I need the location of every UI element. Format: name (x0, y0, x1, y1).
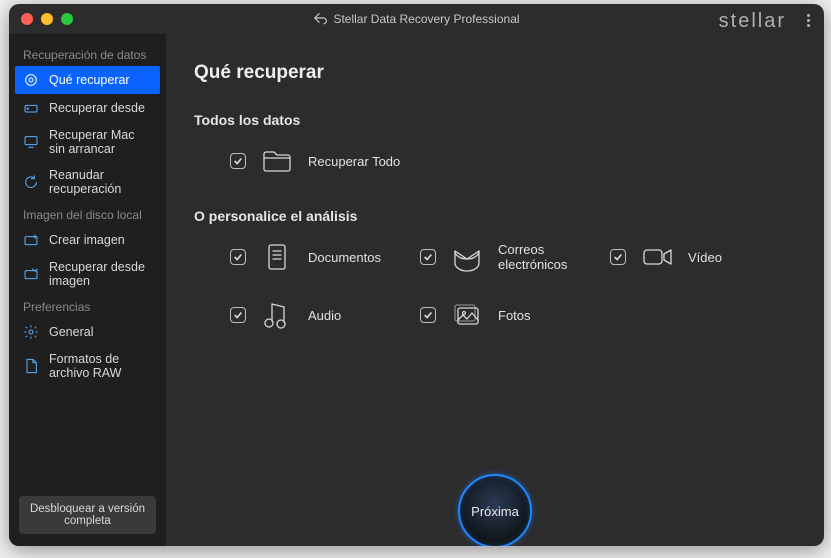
doc-icon (23, 358, 39, 374)
sidebar-item-label: Recuperar desde imagen (49, 260, 152, 288)
app-window: Stellar Data Recovery Professional stell… (9, 4, 824, 546)
app-title: Stellar Data Recovery Professional (333, 12, 519, 26)
sidebar-group-title: Imagen del disco local (9, 202, 166, 226)
titlebar: Stellar Data Recovery Professional stell… (9, 4, 824, 34)
option-fotos[interactable]: Fotos (420, 298, 610, 332)
sidebar-item-crear-imagen[interactable]: Crear imagen (9, 226, 166, 254)
checkbox-icon[interactable] (230, 249, 246, 265)
sidebar-item-label: Recuperar Mac sin arrancar (49, 128, 152, 156)
sidebar-item-formatos-de-archivo-raw[interactable]: Formatos de archivo RAW (9, 346, 166, 386)
checkbox-icon[interactable] (420, 249, 436, 265)
documents-icon (260, 240, 294, 274)
monitor-icon (23, 134, 39, 150)
next-button-label: Próxima (471, 504, 519, 519)
sidebar-item-recuperar-desde-imagen[interactable]: Recuperar desde imagen (9, 254, 166, 294)
folder-icon (260, 144, 294, 178)
checkbox-icon[interactable] (610, 249, 626, 265)
sidebar-item-qu-recuperar[interactable]: Qué recuperar (15, 66, 160, 94)
main-panel: Qué recuperar Todos los datos Recuperar … (166, 34, 824, 546)
sidebar-item-label: Crear imagen (49, 233, 125, 247)
photos-icon (450, 298, 484, 332)
checkbox-icon[interactable] (230, 307, 246, 323)
unlock-full-version-button[interactable]: Desbloquear a versión completa (19, 496, 156, 534)
checkbox-icon[interactable] (420, 307, 436, 323)
target-icon (23, 72, 39, 88)
all-data-section: Todos los datos Recuperar Todo (194, 112, 800, 178)
sidebar-item-label: Formatos de archivo RAW (49, 352, 152, 380)
sidebar: Recuperación de datos Qué recuperar Recupe… (9, 34, 166, 546)
all-data-title: Todos los datos (194, 112, 800, 128)
sidebar-item-label: General (49, 325, 93, 339)
option-label: Documentos (308, 250, 381, 265)
minimize-window-button[interactable] (41, 13, 53, 25)
option-audio[interactable]: Audio (230, 298, 420, 332)
option-v-deo[interactable]: Vídeo (610, 240, 800, 274)
refresh-icon (23, 174, 39, 190)
next-button[interactable]: Próxima (458, 474, 532, 546)
option-label: Recuperar Todo (308, 154, 400, 169)
sidebar-group-title: Preferencias (9, 294, 166, 318)
audio-icon (260, 298, 294, 332)
sidebar-group-title: Recuperación de datos (9, 42, 166, 66)
sidebar-item-reanudar-recuperaci-n[interactable]: Reanudar recuperación (9, 162, 166, 202)
disk-plus-icon (23, 232, 39, 248)
drive-icon (23, 100, 39, 116)
video-icon (640, 240, 674, 274)
gear-icon (23, 324, 39, 340)
brand-logo: stellar (719, 10, 786, 33)
menu-kebab-icon[interactable] (807, 14, 810, 27)
custom-title: O personalice el análisis (194, 208, 800, 224)
option-documentos[interactable]: Documentos (230, 240, 420, 274)
back-icon[interactable] (313, 11, 327, 28)
page-title: Qué recuperar (194, 62, 800, 84)
option-label: Fotos (498, 308, 531, 323)
sidebar-item-label: Qué recuperar (49, 73, 130, 87)
option-recover-all[interactable]: Recuperar Todo (230, 144, 800, 178)
window-controls (21, 13, 73, 25)
custom-section: O personalice el análisis Documentos Corr… (194, 208, 800, 332)
sidebar-item-general[interactable]: General (9, 318, 166, 346)
sidebar-item-recuperar-mac-sin-arrancar[interactable]: Recuperar Mac sin arrancar (9, 122, 166, 162)
option-correos-electr-nicos[interactable]: Correos electrónicos (420, 240, 610, 274)
sidebar-item-label: Recuperar desde (49, 101, 145, 115)
maximize-window-button[interactable] (61, 13, 73, 25)
title-center: Stellar Data Recovery Professional (9, 11, 824, 28)
sidebar-item-recuperar-desde[interactable]: Recuperar desde (9, 94, 166, 122)
sidebar-item-label: Reanudar recuperación (49, 168, 152, 196)
option-label: Audio (308, 308, 341, 323)
disk-restore-icon (23, 266, 39, 282)
option-label: Vídeo (688, 250, 722, 265)
mail-icon (450, 240, 484, 274)
close-window-button[interactable] (21, 13, 33, 25)
option-label: Correos electrónicos (498, 242, 610, 272)
checkbox-icon[interactable] (230, 153, 246, 169)
